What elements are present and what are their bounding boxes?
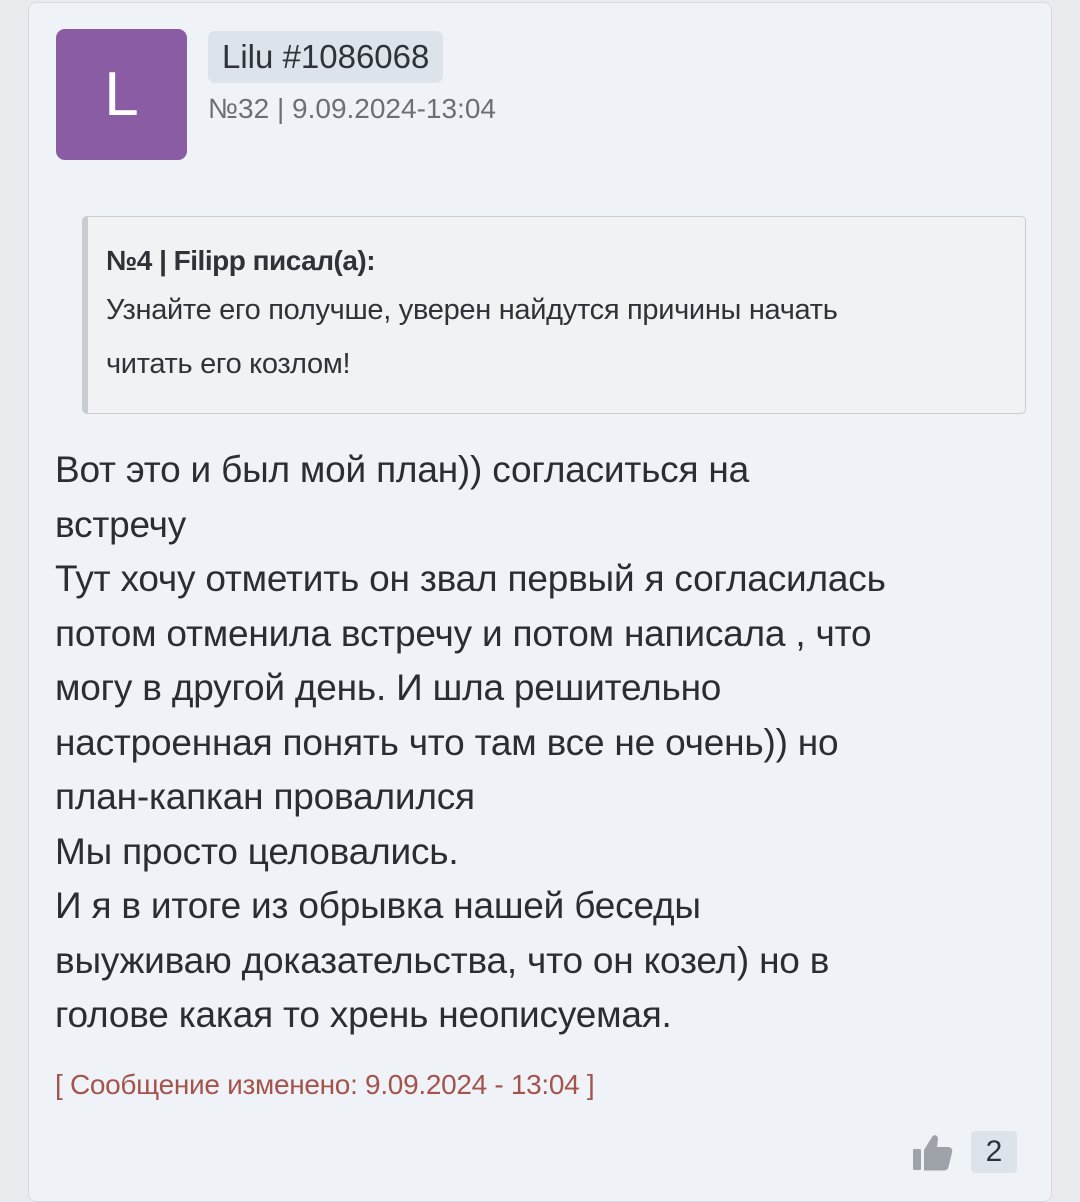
post-body-line: голове какая то хрень неописуемая. [55, 994, 672, 1035]
post-body: Вот это и был мой план)) согласиться на … [55, 443, 1035, 1043]
like-area: 2 [909, 1129, 1017, 1175]
like-count[interactable]: 2 [971, 1131, 1017, 1173]
post-body-line: настроенная понять что там все не очень)… [55, 721, 839, 763]
quote-header[interactable]: №4 | Filipp писал(а): [106, 241, 1007, 281]
post-body-line: план-капкан провалился [55, 776, 475, 817]
post-body-line: Вот это и был мой план)) согласиться на [55, 449, 750, 490]
quote-text: Узнайте его получше, уверен найдутся при… [106, 283, 1007, 391]
avatar-letter: L [104, 60, 139, 129]
author-name-link[interactable]: Lilu #1086068 [208, 31, 444, 83]
post-card: L Lilu #1086068 №32 | 9.09.2024-13:04 №4… [28, 2, 1052, 1202]
post-meta: №32 | 9.09.2024-13:04 [208, 93, 496, 124]
post-body-line: Мы просто целовались. [55, 830, 459, 872]
post-body-line: могу в другой день. И шла решительно [55, 667, 722, 708]
post-body-line: встречу [55, 503, 186, 545]
avatar[interactable]: L [56, 29, 187, 160]
post-body-line: Тут хочу отметить он звал первый я согла… [55, 558, 886, 599]
quote-block: №4 | Filipp писал(а): Узнайте его получш… [82, 216, 1026, 414]
quote-line: Узнайте его получше, уверен найдутся при… [106, 294, 838, 326]
edited-note: [ Сообщение изменено: 9.09.2024 - 13:04 … [55, 1069, 595, 1100]
quote-line: читать его козлом! [106, 348, 351, 380]
post-body-line: потом отменила встречу и потом написала … [55, 612, 872, 654]
post-body-line: И я в итоге из обрывка нашей беседы [55, 885, 701, 926]
thumbs-up-icon[interactable] [909, 1129, 955, 1175]
post-body-line: выуживаю доказательства, что он козел) н… [55, 939, 830, 981]
author-name: Lilu #1086068 [222, 38, 430, 75]
